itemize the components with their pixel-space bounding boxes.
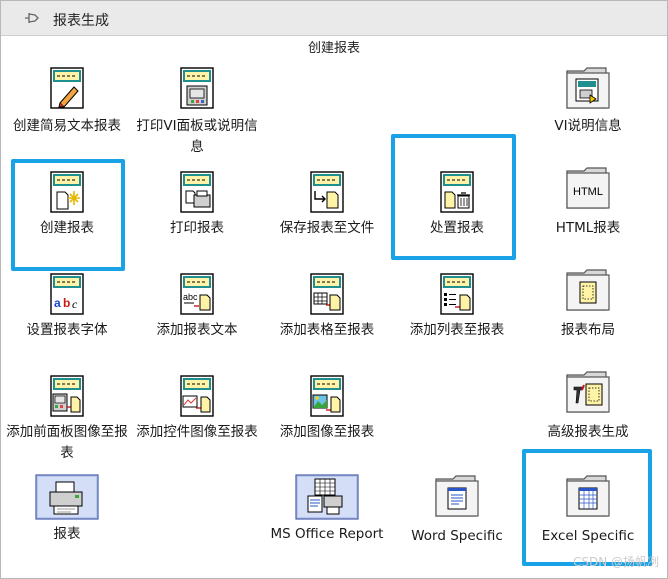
create-easy-text-report-label: 创建简易文本报表 bbox=[13, 118, 121, 134]
print-report-item[interactable]: 打印报表 bbox=[132, 169, 262, 243]
html-folder-icon: HTML bbox=[566, 167, 610, 209]
html-report-label: HTML报表 bbox=[555, 220, 621, 236]
abc-glyph: abc bbox=[183, 292, 198, 302]
set-font-icon: a b c bbox=[50, 273, 84, 315]
advanced-report-generation-item[interactable]: 高级报表生成 bbox=[523, 367, 653, 447]
advanced-folder-icon bbox=[566, 371, 610, 413]
palette-title: 报表生成 bbox=[53, 13, 109, 29]
report-item[interactable]: 报表 bbox=[2, 473, 132, 551]
dispose-report-item[interactable]: 处置报表 bbox=[392, 169, 522, 243]
new-report-label: 创建报表 bbox=[40, 220, 94, 236]
palette-titlebar: 报表生成 bbox=[1, 1, 667, 36]
html-report-item[interactable]: HTML HTML报表 bbox=[523, 163, 653, 243]
dispose-report-label: 处置报表 bbox=[430, 220, 484, 236]
excel-specific-item[interactable]: Excel Specific bbox=[523, 471, 653, 551]
save-report-icon bbox=[310, 171, 344, 213]
append-image-icon bbox=[310, 375, 344, 417]
front-panel-image-icon bbox=[50, 375, 84, 417]
ms-office-report-label: MS Office Report bbox=[270, 526, 384, 542]
watermark: CSDN @扬帆冽 bbox=[572, 555, 659, 569]
pin-icon[interactable] bbox=[23, 10, 41, 26]
excel-specific-label: Excel Specific bbox=[541, 528, 635, 544]
append-front-panel-image-item[interactable]: 添加前面板图像至报表 bbox=[2, 373, 132, 469]
append-list-item[interactable]: 添加列表至报表 bbox=[392, 271, 522, 345]
append-table-icon bbox=[310, 273, 344, 315]
new-report-item[interactable]: 创建报表 bbox=[2, 169, 132, 243]
print-report-icon bbox=[180, 171, 214, 213]
vi-documentation-label: VI说明信息 bbox=[554, 118, 622, 134]
report-layout-label: 报表布局 bbox=[561, 322, 615, 338]
print-report-label: 打印报表 bbox=[170, 220, 224, 236]
layout-folder-icon bbox=[566, 269, 610, 311]
control-image-icon bbox=[180, 375, 214, 417]
vi-documentation-item[interactable]: VI说明信息 bbox=[523, 63, 653, 137]
print-vi-panel-icon bbox=[180, 67, 214, 109]
dispose-report-icon bbox=[440, 171, 474, 213]
report-layout-item[interactable]: 报表布局 bbox=[523, 265, 653, 345]
append-list-icon bbox=[440, 273, 474, 315]
folder-icon bbox=[566, 67, 610, 109]
append-table-label: 添加表格至报表 bbox=[279, 322, 375, 338]
append-control-image-item[interactable]: 添加控件图像至报表 bbox=[132, 373, 262, 469]
print-vi-panel-label: 打印VI面板或说明信息 bbox=[136, 118, 258, 155]
print-vi-panel-item[interactable]: 打印VI面板或说明信息 bbox=[132, 63, 262, 159]
section-title: 创建报表 bbox=[307, 41, 360, 56]
set-report-font-item[interactable]: a b c 设置报表字体 bbox=[2, 271, 132, 345]
create-easy-text-report-item[interactable]: 创建简易文本报表 bbox=[2, 63, 132, 159]
advanced-report-generation-label: 高级报表生成 bbox=[547, 424, 629, 440]
html-icon-text: HTML bbox=[573, 186, 603, 198]
easy-text-report-icon bbox=[50, 67, 84, 109]
append-table-item[interactable]: 添加表格至报表 bbox=[262, 271, 392, 345]
report-express-icon bbox=[35, 474, 99, 520]
append-image-label: 添加图像至报表 bbox=[279, 424, 375, 440]
append-image-item[interactable]: 添加图像至报表 bbox=[262, 373, 392, 447]
report-label: 报表 bbox=[53, 526, 81, 542]
font-a-glyph: a bbox=[54, 296, 61, 310]
append-front-panel-image-label: 添加前面板图像至报表 bbox=[6, 424, 128, 461]
word-folder-icon bbox=[435, 475, 479, 517]
word-specific-item[interactable]: Word Specific bbox=[392, 471, 522, 551]
append-text-icon: abc bbox=[180, 273, 214, 315]
append-report-text-label: 添加报表文本 bbox=[156, 322, 238, 338]
set-report-font-label: 设置报表字体 bbox=[26, 322, 108, 338]
report-generation-palette: 报表生成 创建报表 创建简易文本报表 打印VI面板或说明信息 VI说明信息 创建… bbox=[0, 0, 668, 579]
append-report-text-item[interactable]: abc 添加报表文本 bbox=[132, 271, 262, 345]
font-b-glyph: b bbox=[63, 296, 70, 310]
append-list-label: 添加列表至报表 bbox=[409, 322, 505, 338]
ms-office-report-item[interactable]: MS Office Report bbox=[262, 473, 392, 573]
new-report-icon bbox=[50, 171, 84, 213]
word-specific-label: Word Specific bbox=[411, 528, 503, 544]
ms-office-report-icon bbox=[295, 474, 359, 520]
save-report-to-file-label: 保存报表至文件 bbox=[279, 220, 375, 236]
save-report-to-file-item[interactable]: 保存报表至文件 bbox=[262, 169, 392, 243]
font-c-glyph: c bbox=[72, 297, 78, 311]
excel-folder-icon bbox=[566, 475, 610, 517]
append-control-image-label: 添加控件图像至报表 bbox=[136, 424, 258, 440]
